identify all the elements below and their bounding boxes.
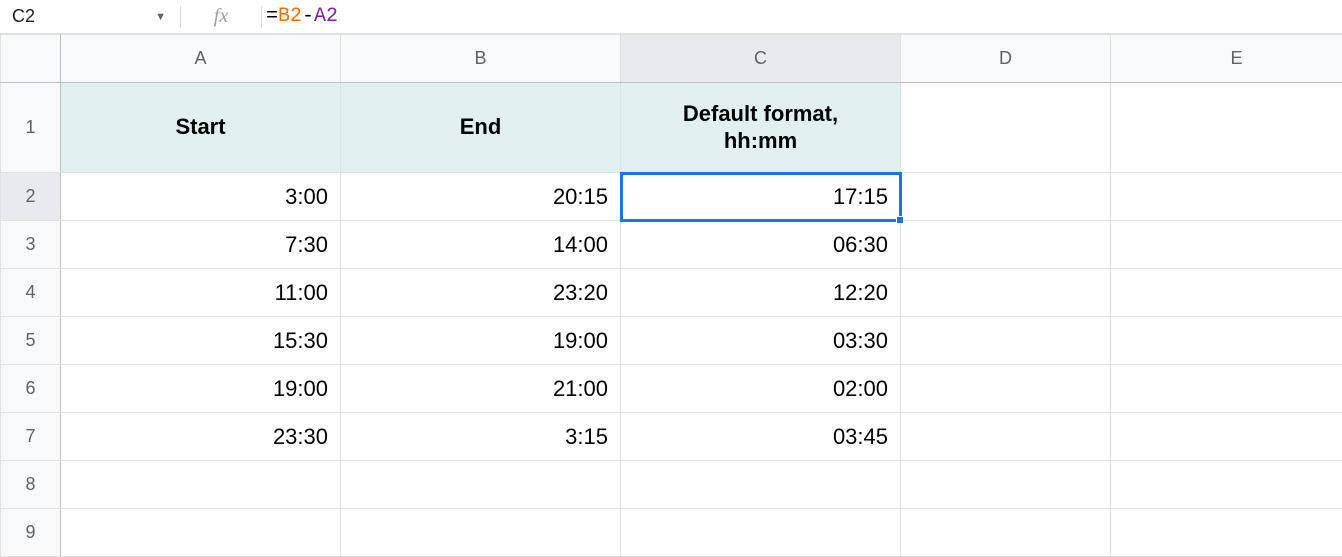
cell-d1[interactable] — [901, 83, 1111, 173]
row-header-5[interactable]: 5 — [1, 317, 61, 365]
name-box-dropdown-icon[interactable]: ▼ — [155, 11, 166, 23]
cell-a3[interactable]: 7:30 — [61, 221, 341, 269]
cell-b6[interactable]: 21:00 — [341, 365, 621, 413]
select-all-corner[interactable] — [1, 35, 61, 83]
row-header-9[interactable]: 9 — [1, 509, 61, 557]
cell-d5[interactable] — [901, 317, 1111, 365]
cell-a7[interactable]: 23:30 — [61, 413, 341, 461]
cell-b5[interactable]: 19:00 — [341, 317, 621, 365]
cell-c7[interactable]: 03:45 — [621, 413, 901, 461]
fx-icon: fx — [181, 5, 261, 28]
cell-c6[interactable]: 02:00 — [621, 365, 901, 413]
row-header-2[interactable]: 2 — [1, 173, 61, 221]
col-header-b[interactable]: B — [341, 35, 621, 83]
col-header-a[interactable]: A — [61, 35, 341, 83]
col-header-d[interactable]: D — [901, 35, 1111, 83]
cell-c4[interactable]: 12:20 — [621, 269, 901, 317]
col-header-c[interactable]: C — [621, 35, 901, 83]
row-header-4[interactable]: 4 — [1, 269, 61, 317]
cell-b1[interactable]: End — [341, 83, 621, 173]
cell-e8[interactable] — [1111, 461, 1342, 509]
spreadsheet-grid[interactable]: A B C D E 1 Start End Default format, hh… — [0, 34, 1342, 557]
cell-e1[interactable] — [1111, 83, 1342, 173]
cell-c5[interactable]: 03:30 — [621, 317, 901, 365]
row-header-7[interactable]: 7 — [1, 413, 61, 461]
formula-input[interactable]: =B2-A2 — [262, 5, 1342, 28]
cell-e9[interactable] — [1111, 509, 1342, 557]
cell-e3[interactable] — [1111, 221, 1342, 269]
formula-eq: = — [266, 5, 278, 28]
cell-a8[interactable] — [61, 461, 341, 509]
cell-a9[interactable] — [61, 509, 341, 557]
cell-e7[interactable] — [1111, 413, 1342, 461]
cell-b4[interactable]: 23:20 — [341, 269, 621, 317]
formula-bar: C2 ▼ fx =B2-A2 — [0, 0, 1342, 34]
fill-handle[interactable] — [896, 216, 904, 224]
name-box[interactable]: C2 ▼ — [0, 0, 180, 33]
name-box-value: C2 — [12, 6, 35, 27]
cell-a6[interactable]: 19:00 — [61, 365, 341, 413]
cell-a2[interactable]: 3:00 — [61, 173, 341, 221]
cell-a1[interactable]: Start — [61, 83, 341, 173]
cell-e5[interactable] — [1111, 317, 1342, 365]
cell-d9[interactable] — [901, 509, 1111, 557]
row-header-1[interactable]: 1 — [1, 83, 61, 173]
cell-c8[interactable] — [621, 461, 901, 509]
cell-b8[interactable] — [341, 461, 621, 509]
cell-a5[interactable]: 15:30 — [61, 317, 341, 365]
cell-d4[interactable] — [901, 269, 1111, 317]
cell-e2[interactable] — [1111, 173, 1342, 221]
cell-a4[interactable]: 11:00 — [61, 269, 341, 317]
row-header-8[interactable]: 8 — [1, 461, 61, 509]
cell-d6[interactable] — [901, 365, 1111, 413]
cell-e6[interactable] — [1111, 365, 1342, 413]
cell-b3[interactable]: 14:00 — [341, 221, 621, 269]
cell-value: 17:15 — [833, 184, 888, 209]
cell-c3[interactable]: 06:30 — [621, 221, 901, 269]
col-header-e[interactable]: E — [1111, 35, 1342, 83]
cell-c9[interactable] — [621, 509, 901, 557]
cell-c2[interactable]: 17:15 — [621, 173, 901, 221]
cell-d3[interactable] — [901, 221, 1111, 269]
formula-ref2: A2 — [314, 5, 338, 28]
cell-e4[interactable] — [1111, 269, 1342, 317]
cell-b9[interactable] — [341, 509, 621, 557]
cell-d7[interactable] — [901, 413, 1111, 461]
cell-d8[interactable] — [901, 461, 1111, 509]
formula-ref1: B2 — [278, 5, 302, 28]
formula-op: - — [302, 5, 314, 28]
row-header-3[interactable]: 3 — [1, 221, 61, 269]
cell-c1[interactable]: Default format, hh:mm — [621, 83, 901, 173]
cell-b2[interactable]: 20:15 — [341, 173, 621, 221]
cell-d2[interactable] — [901, 173, 1111, 221]
cell-b7[interactable]: 3:15 — [341, 413, 621, 461]
row-header-6[interactable]: 6 — [1, 365, 61, 413]
